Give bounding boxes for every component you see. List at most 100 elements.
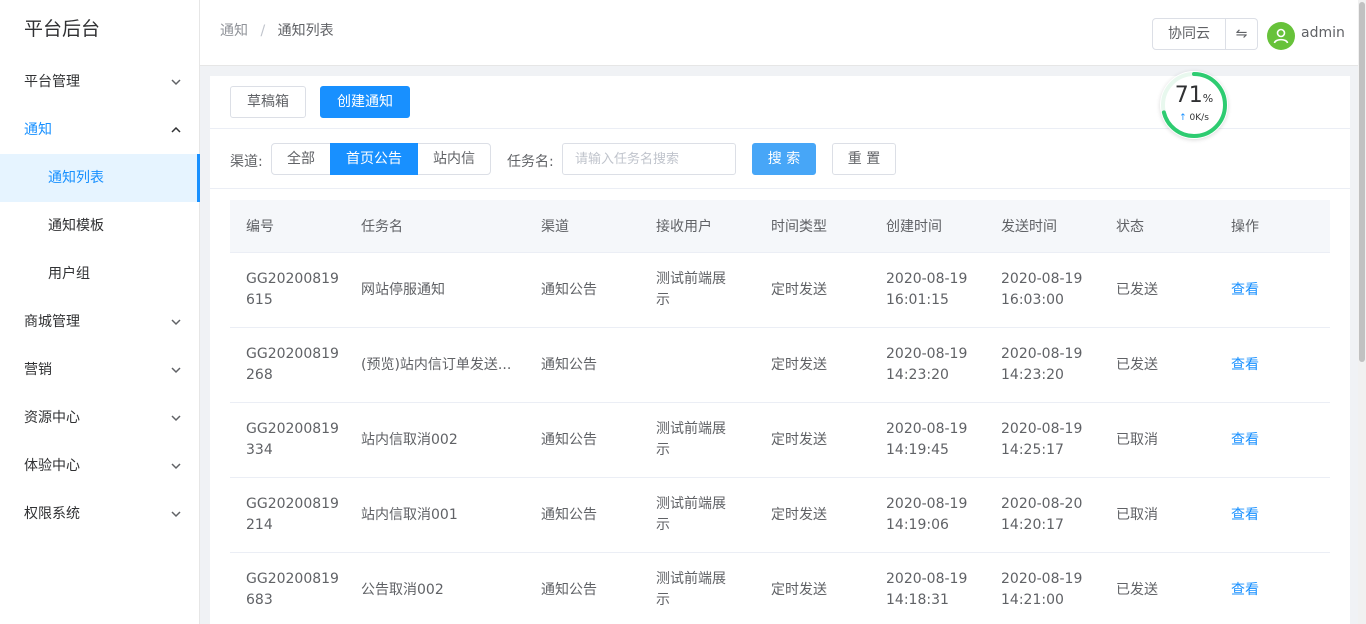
chevron-down-icon <box>171 298 181 346</box>
cell-channel: 通知公告 <box>541 506 597 523</box>
breadcrumb-separator: / <box>260 23 266 39</box>
search-button[interactable]: 搜 索 <box>752 143 816 175</box>
chevron-down-icon <box>171 442 181 490</box>
table-row: GG20200819 615 网站停服通知 通知公告 测试前端展示定时发送 2020-08… <box>230 253 1330 328</box>
cell-task-name: 公告取消002 <box>361 581 444 598</box>
cell-sent-time: 14:20:17 <box>1001 517 1064 533</box>
cell-sent-date: 2020-08-19 <box>1001 346 1083 362</box>
avatar[interactable] <box>1267 22 1295 50</box>
channel-option-all[interactable]: 全部 <box>271 143 331 175</box>
sidebar-item-marketing[interactable]: 营销 <box>0 346 199 394</box>
sidebar-item-resources[interactable]: 资源中心 <box>0 394 199 442</box>
sidebar-item-permissions[interactable]: 权限系统 <box>0 490 199 538</box>
breadcrumb-item-notice[interactable]: 通知 <box>220 23 248 39</box>
scrollbar[interactable] <box>1358 0 1366 624</box>
cell-task-name: 网站停服通知 <box>361 281 445 298</box>
cell-id-line1: GG20200819 <box>246 346 339 362</box>
cell-receivers-line1: 测试前端展 <box>656 271 726 287</box>
cell-channel: 通知公告 <box>541 581 597 598</box>
progress-gauge[interactable]: 71% ↑ 0K/s <box>1160 71 1228 139</box>
channel-option-homepage[interactable]: 首页公告 <box>330 143 418 175</box>
cell-time-type: 定时发送 <box>771 506 827 523</box>
sidebar-item-user-group[interactable]: 用户组 <box>0 250 199 298</box>
view-link[interactable]: 查看 <box>1215 580 1330 601</box>
cell-status: 已发送 <box>1116 281 1158 298</box>
column-header: 接收用户 <box>656 219 712 235</box>
breadcrumb: 通知 / 通知列表 <box>220 20 334 40</box>
cell-receivers-line2: 示 <box>656 517 670 533</box>
switch-icon[interactable]: ⇋ <box>1226 18 1258 50</box>
cell-id-line1: GG20200819 <box>246 571 339 587</box>
cell-id: GG20200819 214 <box>230 494 345 536</box>
chevron-down-icon <box>171 346 181 394</box>
view-link[interactable]: 查看 <box>1215 430 1330 451</box>
username[interactable]: admin <box>1301 25 1345 41</box>
workspace-button[interactable]: 协同云 <box>1152 18 1226 50</box>
view-link[interactable]: 查看 <box>1215 355 1330 376</box>
cell-id: GG20200819 683 <box>230 569 345 611</box>
cell-time-type: 定时发送 <box>771 431 827 448</box>
cell-created-time: 14:19:06 <box>886 517 949 533</box>
task-name-input[interactable] <box>562 143 736 175</box>
column-header: 编号 <box>246 219 274 235</box>
cell-sent: 2020-08-19 14:21:00 <box>985 569 1100 611</box>
column-header: 时间类型 <box>771 219 827 235</box>
table-row: GG20200819 683 公告取消002 通知公告 测试前端展示定时发送 2020-0… <box>230 553 1330 624</box>
table-row: GG20200819 334 站内信取消002 通知公告 测试前端展示定时发送 2020-… <box>230 403 1330 478</box>
channel-option-inbox[interactable]: 站内信 <box>417 143 491 175</box>
view-link[interactable]: 查看 <box>1215 505 1330 526</box>
cell-id: GG20200819 268 <box>230 344 345 386</box>
cell-sent-time: 14:23:20 <box>1001 367 1064 383</box>
cell-created-date: 2020-08-19 <box>886 496 968 512</box>
cell-receivers-line2: 示 <box>656 442 670 458</box>
reset-button[interactable]: 重 置 <box>832 143 896 175</box>
cell-id-line2: 615 <box>246 292 273 308</box>
cell-created: 2020-08-19 14:18:31 <box>870 569 985 611</box>
sidebar-item-notice[interactable]: 通知 <box>0 106 199 154</box>
cell-channel: 通知公告 <box>541 281 597 298</box>
cell-id: GG20200819 615 <box>230 269 345 311</box>
cell-sent-time: 14:25:17 <box>1001 442 1064 458</box>
column-header: 操作 <box>1231 219 1259 235</box>
sidebar-item-label: 权限系统 <box>24 506 80 522</box>
cell-created-date: 2020-08-19 <box>886 421 968 437</box>
drafts-button[interactable]: 草稿箱 <box>230 86 306 118</box>
cell-created-date: 2020-08-19 <box>886 346 968 362</box>
scrollbar-thumb[interactable] <box>1359 2 1365 362</box>
workspace-switcher: 协同云 ⇋ <box>1152 18 1258 50</box>
cell-sent-date: 2020-08-19 <box>1001 271 1083 287</box>
view-link[interactable]: 查看 <box>1215 280 1330 301</box>
cell-created: 2020-08-19 14:23:20 <box>870 344 985 386</box>
gauge-percent-sign: % <box>1202 92 1214 105</box>
gauge-speed: ↑ 0K/s <box>1160 113 1228 123</box>
create-notice-button[interactable]: 创建通知 <box>320 86 410 118</box>
cell-created-time: 16:01:15 <box>886 292 949 308</box>
cell-time-type: 定时发送 <box>771 281 827 298</box>
sidebar: 平台后台 平台管理 通知 通知列表 通知模板 用户组 商城管理 营销 资源中心 … <box>0 0 200 624</box>
cell-created: 2020-08-19 14:19:45 <box>870 419 985 461</box>
column-header: 任务名 <box>361 219 403 235</box>
cell-receivers-line1: 测试前端展 <box>656 571 726 587</box>
cell-sent-date: 2020-08-19 <box>1001 421 1083 437</box>
cell-id-line1: GG20200819 <box>246 271 339 287</box>
sidebar-item-platform[interactable]: 平台管理 <box>0 58 199 106</box>
cell-id-line2: 268 <box>246 367 273 383</box>
table-row: GG20200819 214 站内信取消001 通知公告 测试前端展示定时发送 2020-… <box>230 478 1330 553</box>
cell-id-line2: 334 <box>246 442 273 458</box>
cell-receivers: 测试前端展示 <box>640 419 755 461</box>
channel-label: 渠道: <box>230 154 263 170</box>
sidebar-item-label: 资源中心 <box>24 410 80 426</box>
sidebar-item-experience[interactable]: 体验中心 <box>0 442 199 490</box>
gauge-speed-value: 0K/s <box>1189 113 1209 123</box>
top-header: 通知 / 通知列表 协同云 ⇋ admin <box>200 0 1358 66</box>
cell-receivers: 测试前端展示 <box>640 269 755 311</box>
column-header: 创建时间 <box>886 219 942 235</box>
cell-sent-time: 14:21:00 <box>1001 592 1064 608</box>
sidebar-item-label: 商城管理 <box>24 314 80 330</box>
chevron-up-icon <box>171 106 181 154</box>
sidebar-item-mall[interactable]: 商城管理 <box>0 298 199 346</box>
sidebar-item-notice-list[interactable]: 通知列表 <box>0 154 200 202</box>
cell-status: 已发送 <box>1116 356 1158 373</box>
gauge-percent: 71% <box>1160 83 1228 108</box>
sidebar-item-notice-template[interactable]: 通知模板 <box>0 202 199 250</box>
